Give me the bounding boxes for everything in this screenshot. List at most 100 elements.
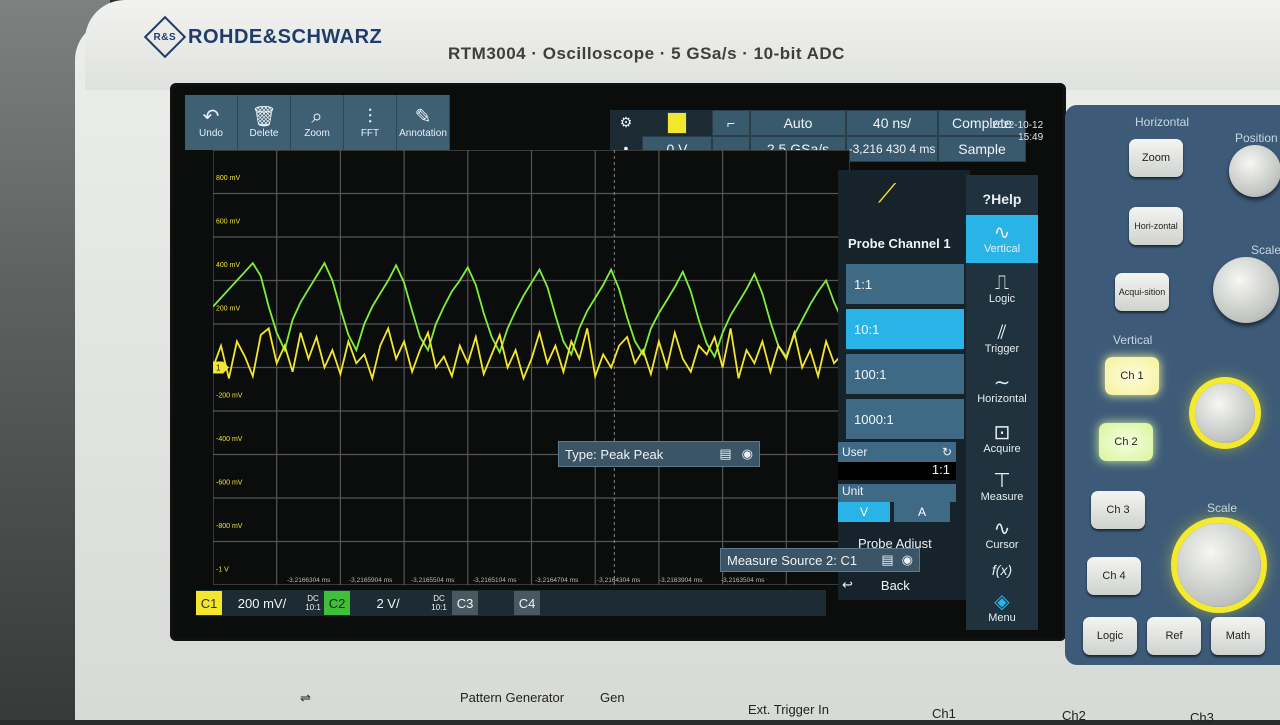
measure-type-popup[interactable]: Type: Peak Peak ▤ ◉ xyxy=(558,441,760,467)
x-tick-label: -3,2163904 ms xyxy=(659,577,703,584)
fft-button[interactable]: ⫶ FFT xyxy=(344,95,397,150)
x-tick-label: -3,2163504 ms xyxy=(721,577,765,584)
undo-button[interactable]: ↶ Undo xyxy=(185,95,238,150)
help-label: Help xyxy=(991,191,1022,207)
pattern-generator-label: Pattern Generator xyxy=(460,690,565,705)
cursor-button[interactable]: ∿ Cursor xyxy=(966,511,1038,559)
control-panel: Horizontal Position Zoom Hori-zontal Sca… xyxy=(1065,105,1280,665)
acquire-button[interactable]: ⊡ Acquire xyxy=(966,415,1038,463)
annotation-button[interactable]: ✎ Annotation xyxy=(397,95,450,150)
model-line: RTM3004 · Oscilloscope · 5 GSa/s · 10-bi… xyxy=(448,44,845,63)
c2-scale[interactable]: 2 V/ xyxy=(350,591,426,615)
toolbar: ↶ Undo 🗑 Delete ⌕ Zoom ⫶ FFT ✎ Annotation xyxy=(185,95,450,150)
waveform-graticule[interactable]: 800 mV 600 mV 400 mV 200 mV -200 mV -400 mV -6… xyxy=(213,150,850,585)
undo-icon: ↶ xyxy=(202,106,220,128)
c2-coupling: DC xyxy=(433,594,445,603)
horizontal-button[interactable]: ∼ Horizontal xyxy=(966,365,1038,413)
back-label: Back xyxy=(880,577,910,593)
measure-source-popup[interactable]: Measure Source 2: C1 ▤ ◉ xyxy=(720,548,920,572)
menu-icon: ◈ xyxy=(994,591,1010,613)
x-tick-label: -3,2166304 ms xyxy=(287,577,331,584)
brand: R&S ROHDE&SCHWARZ xyxy=(143,15,383,59)
acquisition-button[interactable]: Acqui-sition xyxy=(1115,273,1169,311)
logic-hardware-button[interactable]: Logic xyxy=(1083,617,1137,655)
trigger-icon: ⫽ xyxy=(997,322,1007,344)
horizontal-scale-knob[interactable] xyxy=(1213,257,1279,323)
c2-coupling-probe: DC 10:1 xyxy=(426,591,452,615)
fft-icon: ⫶ xyxy=(367,106,373,128)
horizontal-position: -3,216 430 4 ms xyxy=(846,136,938,162)
zoom-button[interactable]: ⌕ Zoom xyxy=(291,95,344,150)
probe-option-100-1[interactable]: 100:1 xyxy=(846,354,964,394)
y-tick-label: 600 mV xyxy=(216,219,240,226)
rising-edge-icon: ⌐ xyxy=(712,110,750,136)
c4-badge[interactable]: C4 xyxy=(514,591,540,615)
c1-badge[interactable]: C1 xyxy=(196,591,222,615)
right-softkey-bar: ?Help ∿ Vertical ⎍ Logic ⫽ Trigger ∼ Horizon… xyxy=(966,175,1038,630)
acquire-label: Acquire xyxy=(983,443,1021,455)
vertical-icon: ∿ xyxy=(993,222,1011,244)
back-button[interactable]: ↩ Back xyxy=(838,572,960,598)
zoom-hardware-button[interactable]: Zoom xyxy=(1129,139,1183,177)
y-tick-label: 200 mV xyxy=(216,306,240,313)
ch3-button[interactable]: Ch 3 xyxy=(1091,491,1145,529)
trigger-label: Trigger xyxy=(984,343,1020,355)
ref-button[interactable]: Ref xyxy=(1147,617,1201,655)
horizontal-label: Horizontal xyxy=(977,393,1027,405)
user-value-field[interactable]: 1:1 xyxy=(838,462,956,480)
y-tick-label: 800 mV xyxy=(216,175,240,182)
logic-button[interactable]: ⎍ Logic xyxy=(966,265,1038,313)
probe-option-10-1[interactable]: 10:1 xyxy=(846,309,964,349)
c3-badge[interactable]: C3 xyxy=(452,591,478,615)
position-knob[interactable] xyxy=(1229,145,1280,197)
ch4-button[interactable]: Ch 4 xyxy=(1087,557,1141,595)
list-icon-2: ▤ xyxy=(881,552,894,567)
c1-probe: 10:1 xyxy=(305,603,321,612)
ch1-button[interactable]: Ch 1 xyxy=(1105,357,1159,395)
measure-icon: ⊤ xyxy=(993,470,1011,492)
vertical-scale-knob[interactable] xyxy=(1177,523,1261,607)
measure-source-label: Measure Source 2: C1 xyxy=(727,552,858,568)
probe-menu-title: Probe Channel 1 xyxy=(848,236,951,251)
trigger-button[interactable]: ⫽ Trigger xyxy=(966,315,1038,363)
timebase-cell[interactable]: 40 ns/ -3,216 430 4 ms xyxy=(846,110,938,162)
ch2-button[interactable]: Ch 2 xyxy=(1099,423,1153,461)
math-icon: f(x) xyxy=(991,562,1013,578)
usb-icon: ⇌ xyxy=(300,690,311,705)
vertical-button[interactable]: ∿ Vertical xyxy=(966,215,1038,263)
horizontal-hardware-button[interactable]: Hori-zontal xyxy=(1129,207,1183,245)
y-tick-label: -800 mV xyxy=(216,523,243,530)
position-label: Position xyxy=(1235,131,1278,145)
measure-button[interactable]: ⊤ Measure xyxy=(966,463,1038,511)
probe-menu: ⟋ Probe Channel 1 1:1 10:1 100:1 1000:1 … xyxy=(838,170,970,600)
math-hardware-button[interactable]: Math xyxy=(1211,617,1265,655)
trash-icon: 🗑 xyxy=(251,106,277,128)
zoom-label: Zoom xyxy=(304,128,330,139)
c2-probe: 10:1 xyxy=(431,603,447,612)
vertical-label: Vertical xyxy=(983,243,1021,255)
c1-scale[interactable]: 200 mV/ xyxy=(222,591,302,615)
undo-label: Undo xyxy=(199,128,223,139)
user-section: User ↻ xyxy=(838,442,956,462)
cursor-icon: ∿ xyxy=(993,518,1011,540)
horizontal-icon: ∼ xyxy=(993,372,1011,394)
fft-label: FFT xyxy=(360,128,380,139)
menu-button[interactable]: ◈ Menu xyxy=(966,585,1038,631)
trigger-mode: Auto xyxy=(750,110,846,136)
ch2-input-label: Ch2 xyxy=(1062,708,1086,723)
delete-label: Delete xyxy=(249,128,279,139)
unit-volt-button[interactable]: V xyxy=(838,502,890,522)
brand-name: ROHDE&SCHWARZ xyxy=(188,25,383,48)
delete-button[interactable]: 🗑 Delete xyxy=(238,95,291,150)
acquire-icon: ⊡ xyxy=(993,422,1011,444)
time: 15:49 xyxy=(1018,132,1044,143)
settings-dot-icon-2: ◉ xyxy=(901,552,913,567)
probe-option-1000-1[interactable]: 1000:1 xyxy=(846,399,964,439)
logic-icon: ⎍ xyxy=(995,272,1009,294)
math-fx-button[interactable]: f(x) xyxy=(966,555,1038,585)
probe-option-1-1[interactable]: 1:1 xyxy=(846,264,964,304)
ch1-position-knob[interactable] xyxy=(1195,383,1255,443)
c2-badge[interactable]: C2 xyxy=(324,591,350,615)
measure-type-label: Type: Peak Peak xyxy=(565,446,664,462)
unit-amp-button[interactable]: A xyxy=(894,502,950,522)
